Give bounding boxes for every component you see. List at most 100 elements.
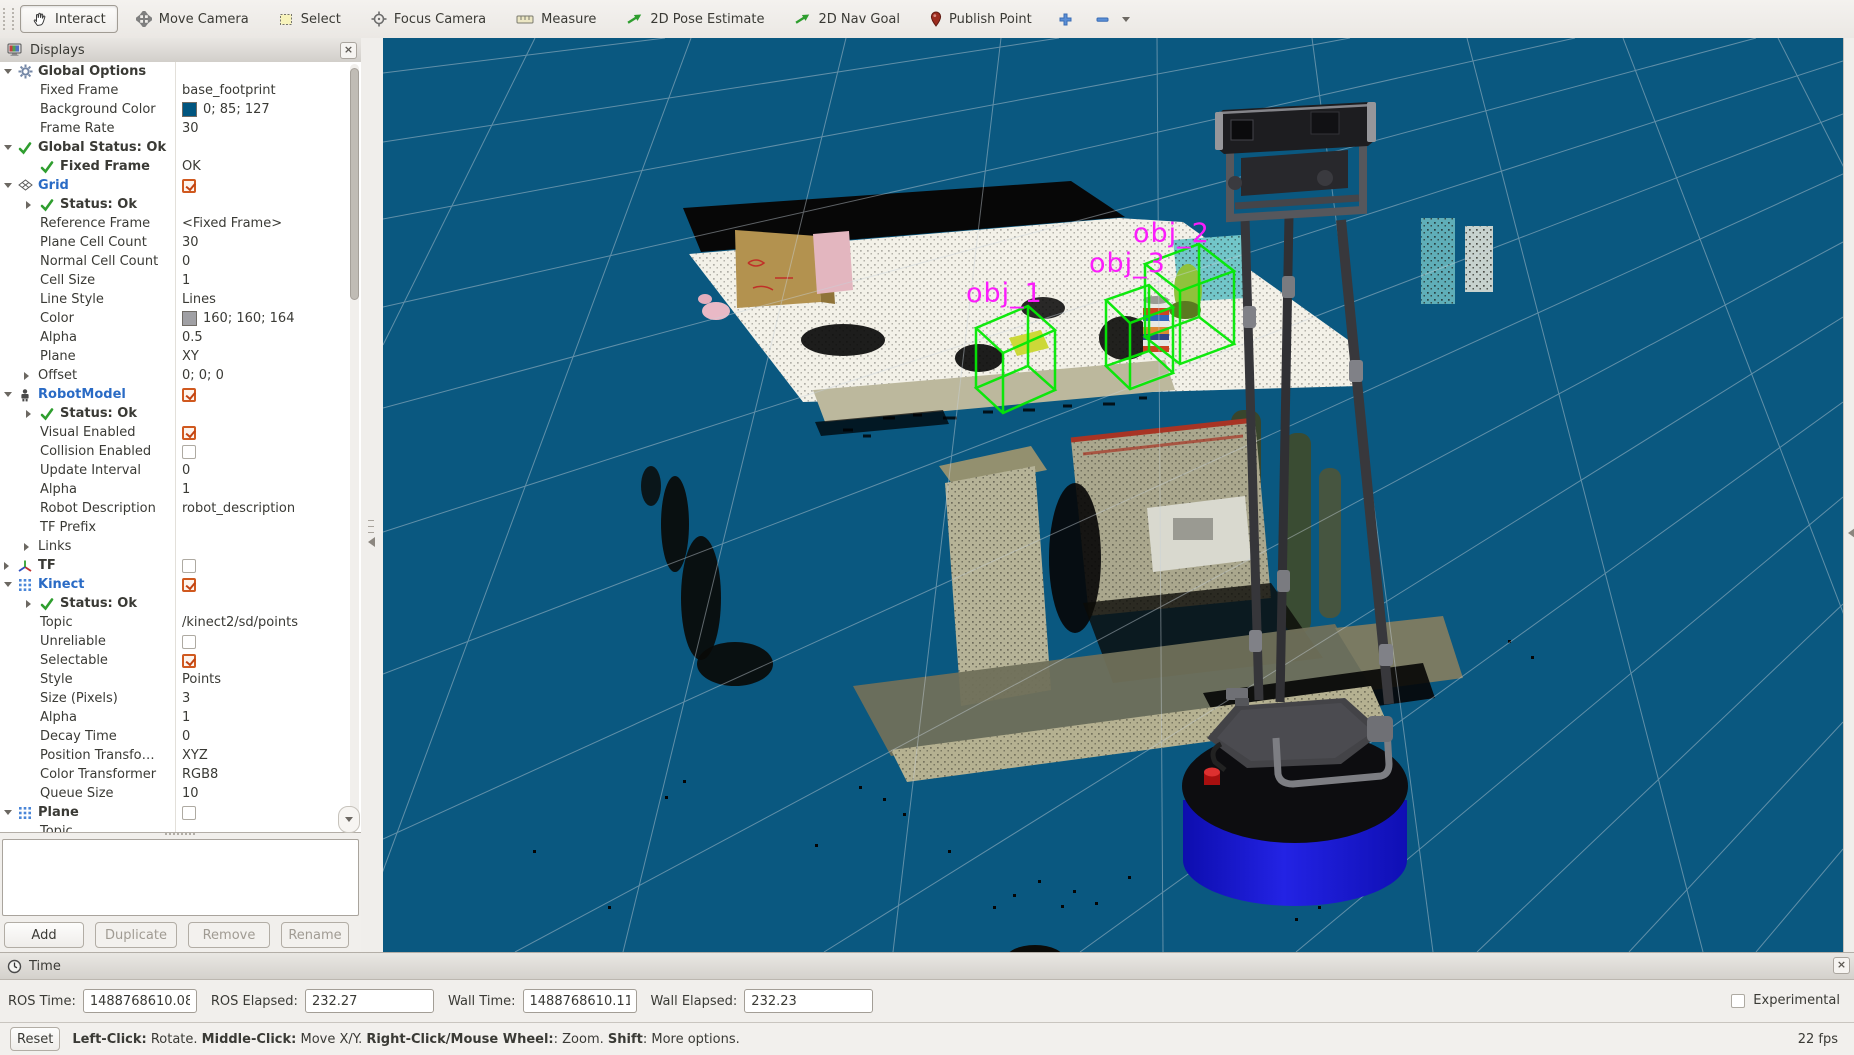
checkbox-off[interactable] xyxy=(182,806,196,820)
tree-row-style[interactable]: StylePoints xyxy=(0,670,361,689)
tree-row-global-status-ok[interactable]: Global Status: Ok xyxy=(0,138,361,157)
tree-row-collision-enabled[interactable]: Collision Enabled xyxy=(0,442,361,461)
right-dock-splitter[interactable] xyxy=(1843,38,1854,952)
expander-down-icon[interactable] xyxy=(4,582,18,587)
tree-row-tf-prefix[interactable]: TF Prefix xyxy=(0,518,361,537)
checkbox-on[interactable] xyxy=(182,578,196,592)
tree-scrollbar-thumb[interactable] xyxy=(350,68,359,300)
tree-row-line-style[interactable]: Line StyleLines xyxy=(0,290,361,309)
tree-row-normal-cell-count[interactable]: Normal Cell Count0 xyxy=(0,252,361,271)
tool-interact[interactable]: Interact xyxy=(20,5,118,33)
tree-row-tf[interactable]: TF xyxy=(0,556,361,575)
tree-cell-name: Grid xyxy=(0,176,176,195)
expander-right-icon[interactable] xyxy=(4,562,18,570)
tree-row-fixed-frame[interactable]: Fixed FrameOK xyxy=(0,157,361,176)
tree-row-robotmodel[interactable]: RobotModel xyxy=(0,385,361,404)
expander-right-icon[interactable] xyxy=(26,201,40,209)
expander-right-icon[interactable] xyxy=(26,600,40,608)
tree-row-queue-size[interactable]: Queue Size10 xyxy=(0,784,361,803)
add-tool-button[interactable] xyxy=(1050,6,1081,33)
tree-row-status-ok[interactable]: Status: Ok xyxy=(0,594,361,613)
checkbox-on[interactable] xyxy=(182,426,196,440)
chevron-down-icon[interactable] xyxy=(1122,17,1130,22)
experimental-checkbox[interactable] xyxy=(1731,994,1745,1008)
tree-row-topic[interactable]: Topic/kinect2/sd/points xyxy=(0,613,361,632)
tool-2d-nav-goal[interactable]: 2D Nav Goal xyxy=(782,5,912,33)
tree-row-status-ok[interactable]: Status: Ok xyxy=(0,404,361,423)
reset-button[interactable]: Reset xyxy=(10,1027,60,1051)
time-field-input-wall-time[interactable] xyxy=(523,989,637,1013)
tree-cell-name: Background Color xyxy=(0,100,176,119)
expander-right-icon[interactable] xyxy=(24,372,38,380)
time-field-input-ros-elapsed[interactable] xyxy=(305,989,434,1013)
3d-viewport[interactable]: obj_1obj_2obj_3 xyxy=(383,38,1843,952)
tool-select[interactable]: Select xyxy=(267,6,353,33)
tool-move-camera[interactable]: Move Camera xyxy=(124,5,261,33)
tree-row-topic[interactable]: Topic xyxy=(0,822,361,833)
value-text: 3 xyxy=(182,691,190,706)
tool-2d-pose-estimate[interactable]: 2D Pose Estimate xyxy=(614,5,776,33)
tree-row-fixed-frame[interactable]: Fixed Framebase_footprint xyxy=(0,81,361,100)
collapse-right-dock-icon[interactable] xyxy=(1848,528,1854,538)
tree-row-background-color[interactable]: Background Color0; 85; 127 xyxy=(0,100,361,119)
tree-row-plane[interactable]: Plane xyxy=(0,803,361,822)
tool-publish-point[interactable]: Publish Point xyxy=(918,5,1044,33)
time-field-input-ros-time[interactable] xyxy=(83,989,197,1013)
expander-down-icon[interactable] xyxy=(4,145,18,150)
tree-row-visual-enabled[interactable]: Visual Enabled xyxy=(0,423,361,442)
checkbox-off[interactable] xyxy=(182,445,196,459)
tree-cell-value: 0; 0; 0 xyxy=(176,366,361,385)
checkbox-on[interactable] xyxy=(182,388,196,402)
tree-row-robot-description[interactable]: Robot Descriptionrobot_description xyxy=(0,499,361,518)
tree-row-links[interactable]: Links xyxy=(0,537,361,556)
tree-row-global-options[interactable]: Global Options xyxy=(0,62,361,81)
tree-row-reference-frame[interactable]: Reference Frame<Fixed Frame> xyxy=(0,214,361,233)
tree-cell-value: Points xyxy=(176,670,361,689)
tree-row-color-transformer[interactable]: Color TransformerRGB8 xyxy=(0,765,361,784)
tool-focus-camera[interactable]: Focus Camera xyxy=(359,5,498,33)
tree-cell-name: Unreliable xyxy=(0,632,176,651)
tree-row-grid[interactable]: Grid xyxy=(0,176,361,195)
expander-down-icon[interactable] xyxy=(4,810,18,815)
tree-row-position-transfo[interactable]: Position Transfo…XYZ xyxy=(0,746,361,765)
time-field-input-wall-elapsed[interactable] xyxy=(744,989,873,1013)
tree-row-alpha[interactable]: Alpha1 xyxy=(0,708,361,727)
checkbox-on[interactable] xyxy=(182,179,196,193)
toolbar-grip[interactable] xyxy=(3,8,14,30)
left-dock-splitter[interactable] xyxy=(361,38,383,952)
tree-row-size-pixels[interactable]: Size (Pixels)3 xyxy=(0,689,361,708)
tree-label: Unreliable xyxy=(40,634,106,649)
tree-row-unreliable[interactable]: Unreliable xyxy=(0,632,361,651)
tree-row-alpha[interactable]: Alpha1 xyxy=(0,480,361,499)
tree-scrollbar[interactable] xyxy=(350,64,359,830)
tree-row-frame-rate[interactable]: Frame Rate30 xyxy=(0,119,361,138)
expander-down-icon[interactable] xyxy=(4,392,18,397)
tree-row-color[interactable]: Color160; 160; 164 xyxy=(0,309,361,328)
expander-down-icon[interactable] xyxy=(4,183,18,188)
tree-cell-value: 0 xyxy=(176,727,361,746)
tree-scroll-down-button[interactable] xyxy=(338,806,360,833)
checkbox-on[interactable] xyxy=(182,654,196,668)
remove-tool-button[interactable] xyxy=(1087,6,1138,33)
expander-down-icon[interactable] xyxy=(4,69,18,74)
tree-row-selectable[interactable]: Selectable xyxy=(0,651,361,670)
close-icon[interactable]: × xyxy=(340,42,357,59)
tree-row-update-interval[interactable]: Update Interval0 xyxy=(0,461,361,480)
tree-row-offset[interactable]: Offset0; 0; 0 xyxy=(0,366,361,385)
expander-right-icon[interactable] xyxy=(26,410,40,418)
tree-row-kinect[interactable]: Kinect xyxy=(0,575,361,594)
close-icon[interactable]: × xyxy=(1833,957,1850,974)
tree-row-cell-size[interactable]: Cell Size1 xyxy=(0,271,361,290)
collapse-left-dock-icon[interactable] xyxy=(368,537,375,547)
tree-row-decay-time[interactable]: Decay Time0 xyxy=(0,727,361,746)
tree-row-status-ok[interactable]: Status: Ok xyxy=(0,195,361,214)
checkbox-off[interactable] xyxy=(182,559,196,573)
add-button[interactable]: Add xyxy=(4,922,84,948)
expander-right-icon[interactable] xyxy=(24,543,38,551)
checkbox-off[interactable] xyxy=(182,635,196,649)
tree-row-plane-cell-count[interactable]: Plane Cell Count30 xyxy=(0,233,361,252)
tree-row-alpha[interactable]: Alpha0.5 xyxy=(0,328,361,347)
tree-row-plane[interactable]: PlaneXY xyxy=(0,347,361,366)
tool-measure[interactable]: Measure xyxy=(504,5,608,33)
check-icon xyxy=(40,407,60,421)
